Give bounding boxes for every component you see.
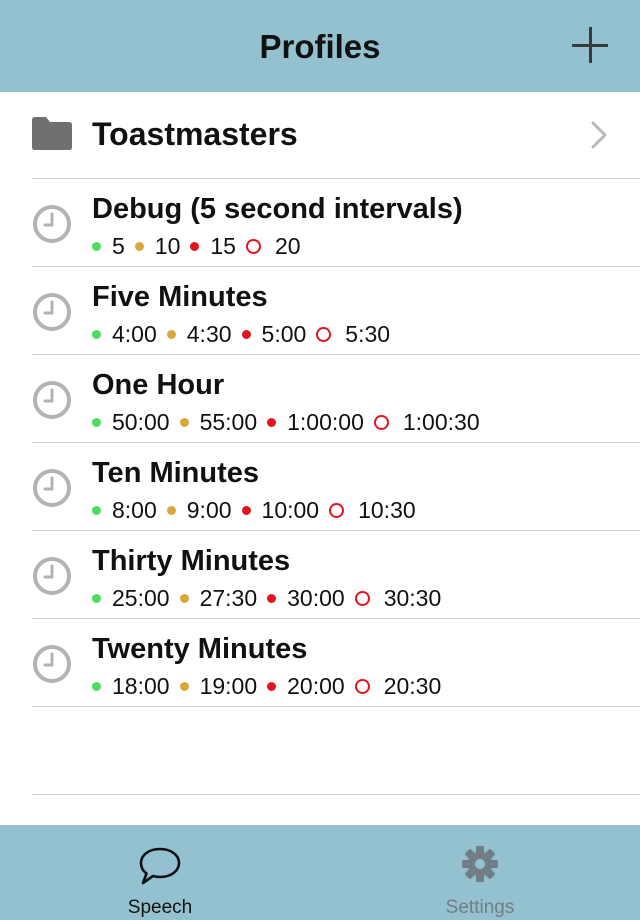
red-dot-icon (241, 329, 251, 339)
red-ring-icon (329, 502, 345, 518)
red-ring-icon (316, 326, 332, 342)
tab-settings[interactable]: Settings (320, 825, 640, 920)
red-dot-icon (241, 505, 251, 515)
interval-list: 5 10 15 20 (92, 230, 311, 262)
folder-label: Toastmasters (92, 116, 298, 152)
yellow-time: 55:00 (199, 408, 258, 435)
yellow-time: 4:30 (186, 320, 232, 347)
divider (32, 178, 640, 179)
red-time: 1:00:00 (287, 408, 364, 435)
red-ring-icon (354, 678, 370, 694)
red-ring-icon (354, 590, 370, 606)
green-dot-icon (92, 417, 101, 427)
red-time: 20:00 (287, 672, 345, 699)
yellow-dot-icon (179, 681, 189, 691)
yellow-dot-icon (166, 505, 176, 515)
overtime-time: 5:30 (345, 320, 391, 347)
red-dot-icon (267, 417, 277, 427)
red-time: 15 (210, 232, 236, 259)
profile-row[interactable]: Ten Minutes 8:00 9:00 10:00 10:30 (0, 444, 640, 532)
interval-list: 8:00 9:00 10:00 10:30 (92, 494, 426, 526)
tab-settings-label: Settings (445, 897, 515, 918)
profile-name: One Hour (92, 369, 225, 401)
tab-speech-label: Speech (127, 897, 193, 918)
green-dot-icon (92, 241, 101, 251)
green-time: 18:00 (112, 672, 170, 699)
green-time: 8:00 (112, 496, 157, 523)
red-ring-icon (245, 238, 261, 254)
red-time: 5:00 (261, 320, 307, 347)
yellow-dot-icon (179, 593, 189, 603)
speech-bubble-icon (139, 847, 181, 885)
folder-icon (32, 117, 72, 150)
interval-list: 50:00 55:00 1:00:00 1:00:30 (92, 406, 490, 438)
profile-row[interactable]: Five Minutes 4:00 4:30 5:00 5:30 (0, 268, 640, 356)
profile-name: Ten Minutes (92, 457, 260, 489)
interval-list: 4:00 4:30 5:00 5:30 (92, 318, 400, 350)
yellow-time: 9:00 (186, 496, 232, 523)
page-title: Profiles (259, 28, 381, 65)
profile-name: Twenty Minutes (92, 633, 308, 665)
clock-icon (33, 469, 71, 507)
divider (32, 442, 640, 443)
profile-name: Debug (5 second intervals) (92, 193, 463, 225)
profile-name: Thirty Minutes (92, 545, 291, 577)
profile-row[interactable]: Thirty Minutes 25:00 27:30 30:00 30:30 (0, 532, 640, 620)
add-profile-button[interactable] (570, 26, 610, 66)
interval-list: 18:00 19:00 20:00 20:30 (92, 670, 451, 702)
divider (32, 794, 640, 795)
interval-list: 25:00 27:30 30:00 30:30 (92, 582, 451, 614)
clock-icon (33, 557, 71, 595)
red-dot-icon (190, 241, 200, 251)
red-dot-icon (267, 681, 277, 691)
clock-icon (33, 293, 71, 331)
overtime-time: 20:30 (383, 672, 442, 699)
overtime-time: 30:30 (383, 584, 442, 611)
yellow-dot-icon (179, 417, 189, 427)
divider (32, 618, 640, 619)
divider (32, 706, 640, 707)
tab-speech[interactable]: Speech (0, 825, 320, 920)
gear-icon (462, 846, 498, 882)
red-time: 30:00 (287, 584, 345, 611)
green-dot-icon (92, 593, 101, 603)
green-time: 5 (112, 232, 125, 259)
green-dot-icon (92, 505, 101, 515)
profile-row[interactable]: Debug (5 second intervals) 5 10 15 20 (0, 180, 640, 268)
clock-icon (33, 645, 71, 683)
clock-icon (33, 381, 71, 419)
yellow-time: 10 (154, 232, 181, 259)
overtime-time: 1:00:30 (402, 408, 480, 435)
yellow-dot-icon (166, 329, 176, 339)
profile-name: Five Minutes (92, 281, 268, 313)
divider (32, 530, 640, 531)
green-dot-icon (92, 329, 101, 339)
profile-row[interactable]: One Hour 50:00 55:00 1:00:00 1:00:30 (0, 356, 640, 444)
chevron-right-icon (591, 121, 607, 149)
overtime-time: 10:30 (358, 496, 416, 523)
green-time: 25:00 (112, 584, 170, 611)
divider (32, 354, 640, 355)
profile-row[interactable]: Twenty Minutes 18:00 19:00 20:00 20:30 (0, 620, 640, 708)
yellow-time: 27:30 (199, 584, 258, 611)
red-time: 10:00 (261, 496, 320, 523)
red-dot-icon (267, 593, 277, 603)
divider (32, 266, 640, 267)
green-time: 50:00 (112, 408, 170, 435)
yellow-dot-icon (134, 241, 144, 251)
yellow-time: 19:00 (199, 672, 258, 699)
green-dot-icon (92, 681, 101, 691)
green-time: 4:00 (112, 320, 157, 347)
red-ring-icon (373, 414, 389, 430)
overtime-time: 20 (274, 232, 301, 259)
clock-icon (33, 205, 71, 243)
